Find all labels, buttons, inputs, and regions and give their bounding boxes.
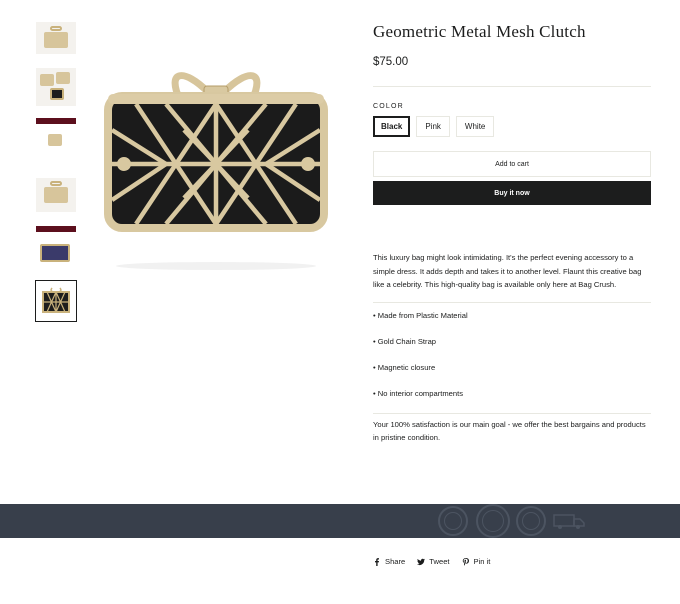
product-info: Geometric Metal Mesh Clutch $75.00 COLOR… [373,22,651,445]
thumbnail-6-selected[interactable] [35,280,77,322]
bag-icon [50,26,62,31]
twitter-icon [417,558,426,565]
product-description: This luxury bag might look intimidating.… [373,253,642,289]
satisfaction-badge-icon [516,506,546,536]
lock-badge-icon [438,506,468,536]
guarantee-badge-icon [476,504,510,538]
feature-item: • Magnetic closure [373,362,436,372]
trust-badge-bar [0,504,680,538]
truck-icon [553,514,585,529]
pin-label: Pin it [473,557,491,566]
tweet-label: Tweet [429,557,450,566]
add-to-cart-button[interactable]: Add to cart [373,151,651,177]
divider [373,86,651,87]
buy-it-now-button[interactable]: Buy it now [373,181,651,205]
thumbnail-2[interactable] [36,68,76,106]
thumbnail-5[interactable] [36,226,76,268]
share-twitter-link[interactable]: Tweet [417,557,450,566]
color-option-black[interactable]: Black [373,116,411,137]
product-price: $75.00 [373,56,409,68]
share-pinterest-link[interactable]: Pin it [462,557,491,566]
feature-list: • Made from Plastic Material • Gold Chai… [373,301,651,413]
color-label: COLOR [373,103,404,110]
thumbnail-4[interactable] [36,178,76,212]
color-option-white[interactable]: White [455,116,495,137]
pinterest-icon [462,557,469,566]
thumbnail-1[interactable] [36,22,76,54]
share-facebook-link[interactable]: Share [373,557,405,566]
color-option-pink[interactable]: Pink [416,116,450,137]
feature-item: • No interior compartments [373,388,464,398]
feature-item: • Gold Chain Strap [373,336,437,346]
social-share: Share Tweet Pin it [373,557,490,566]
facebook-icon [375,557,379,566]
color-swatches: Black Pink White [373,116,651,137]
bag-icon [42,287,70,313]
main-product-image [104,72,328,270]
share-label: Share [385,557,406,566]
product-title: Geometric Metal Mesh Clutch [373,22,586,41]
thumbnail-3[interactable] [36,118,76,164]
satisfaction-note: Your 100% satisfaction is our main goal … [373,412,651,445]
feature-item: • Made from Plastic Material [373,310,468,320]
